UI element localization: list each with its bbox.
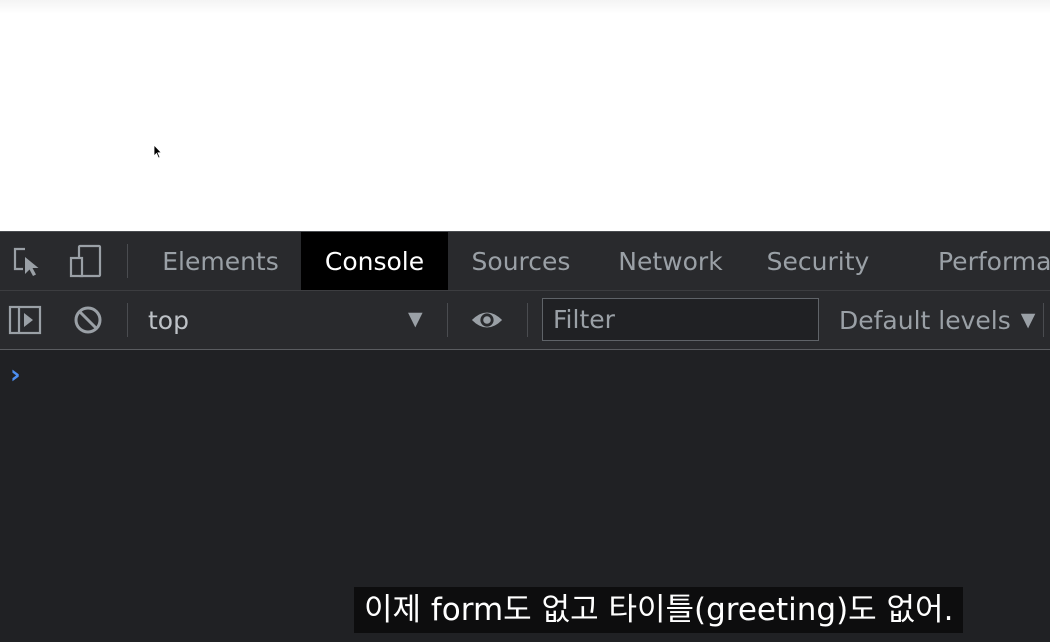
- log-levels-label: Default levels: [839, 305, 1011, 335]
- mouse-cursor-icon: [153, 144, 163, 159]
- toolbar-separator: [127, 244, 128, 278]
- tab-sources[interactable]: Sources: [449, 232, 593, 290]
- dropdown-arrow-icon: ▼: [408, 308, 423, 330]
- console-toolbar: top ▼ Default levels ▼: [0, 291, 1050, 350]
- page-top-shade: [0, 0, 1050, 14]
- toolbar-separator: [127, 303, 128, 337]
- clear-console-icon[interactable]: [71, 303, 105, 337]
- toolbar-separator: [1043, 303, 1044, 337]
- tab-console[interactable]: Console: [301, 232, 448, 290]
- filter-input[interactable]: [542, 298, 819, 341]
- inspect-element-icon[interactable]: [10, 244, 44, 278]
- tab-security[interactable]: Security: [747, 232, 889, 290]
- sidebar-toggle-icon[interactable]: [8, 303, 42, 337]
- devtools-tabbar: Elements Console Sources Network Securit…: [0, 232, 1050, 291]
- toolbar-separator: [447, 303, 448, 337]
- console-prompt-icon: ›: [10, 360, 21, 390]
- video-subtitle: 이제 form도 없고 타이틀(greeting)도 없어.: [354, 587, 964, 633]
- context-label: top: [148, 305, 189, 335]
- log-levels-dropdown[interactable]: Default levels ▼: [839, 291, 1035, 349]
- tab-performance[interactable]: Performance: [938, 232, 1050, 290]
- tab-elements[interactable]: Elements: [143, 232, 298, 290]
- webpage-viewport: [0, 0, 1050, 231]
- device-toggle-icon[interactable]: [69, 244, 103, 278]
- toolbar-separator: [527, 303, 528, 337]
- context-selector[interactable]: top ▼: [132, 291, 437, 349]
- eye-icon[interactable]: [470, 303, 504, 337]
- tab-network[interactable]: Network: [596, 232, 745, 290]
- devtools-panel: Elements Console Sources Network Securit…: [0, 231, 1050, 642]
- dropdown-arrow-icon: ▼: [1020, 309, 1036, 331]
